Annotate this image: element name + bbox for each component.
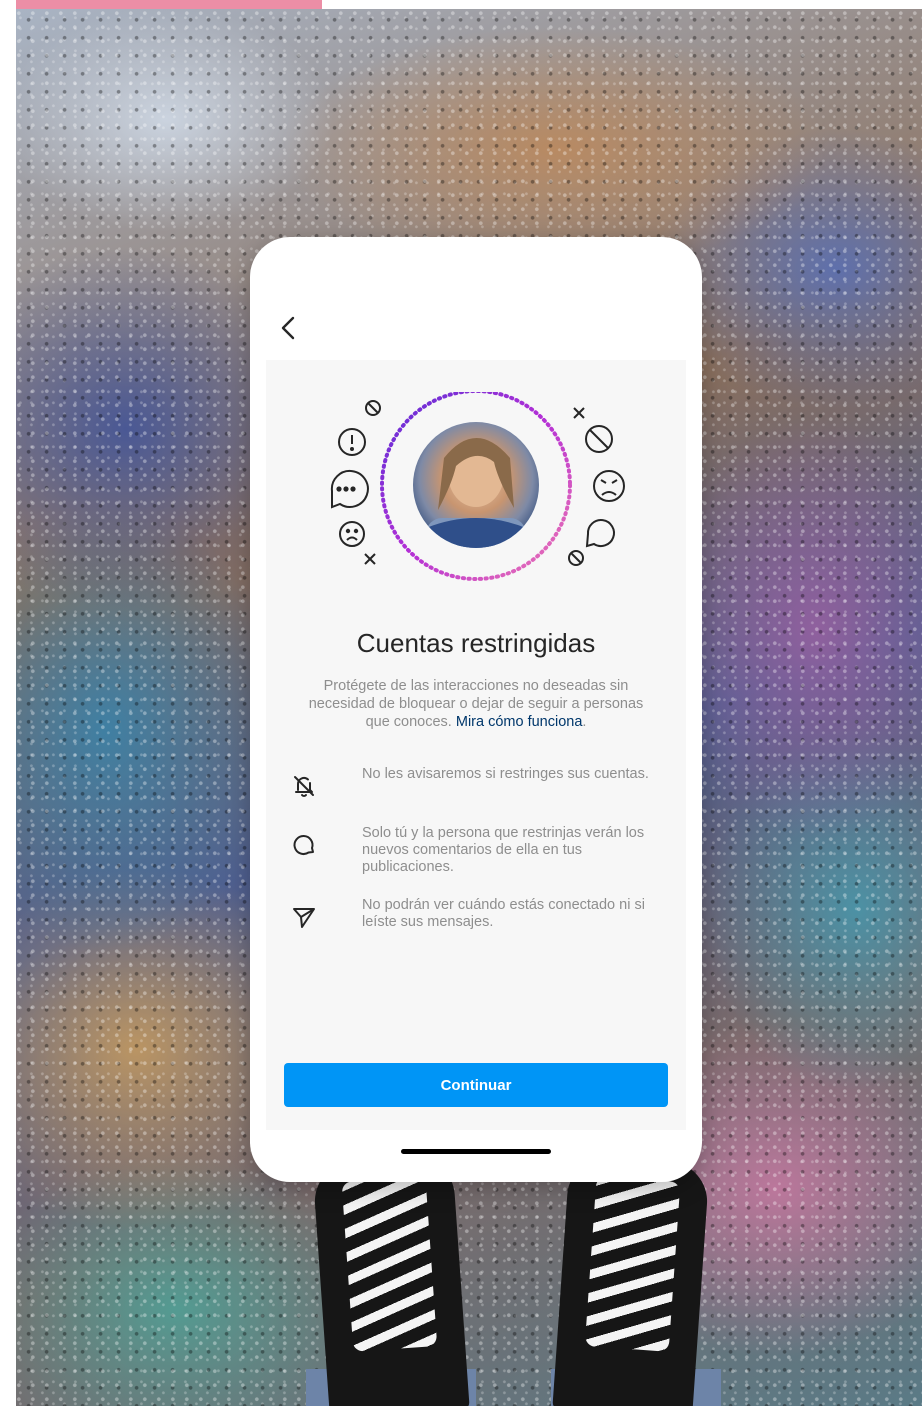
bell-slash-icon [284, 766, 324, 806]
home-indicator [401, 1149, 551, 1154]
comment-bubble-icon-illus [585, 519, 615, 548]
chevron-left-icon [281, 316, 295, 340]
close-icon-right [573, 407, 585, 419]
feature-text: No podrán ver cuándo estás conectado ni … [362, 897, 645, 930]
block-icon [365, 400, 381, 416]
pink-accent-bar [16, 0, 322, 9]
laces [584, 1176, 681, 1352]
phone-screen: Cuentas restringidas Protégete de las in… [250, 237, 702, 1182]
continue-button[interactable]: Continuar [284, 1063, 668, 1107]
comment-bubble-icon [284, 825, 324, 865]
description-end: . [582, 714, 587, 730]
sneaker-left [312, 1154, 470, 1406]
laces [341, 1176, 438, 1352]
restrict-illustration [330, 388, 625, 598]
sad-face-icon [339, 521, 365, 547]
sneaker-right [552, 1154, 710, 1406]
alert-icon [338, 428, 366, 456]
feature-item: No les avisaremos si restringes sus cuen… [284, 766, 674, 806]
block-icon-small [568, 550, 584, 566]
feature-text: No les avisaremos si restringes sus cuen… [362, 766, 649, 782]
angry-face-icon [593, 470, 625, 502]
page-title: Cuentas restringidas [356, 628, 596, 658]
comment-dots-icon [330, 469, 369, 509]
direct-send-icon [284, 897, 324, 937]
block-icon-large [585, 425, 613, 453]
ring-gap-top [386, 388, 566, 392]
ring-gap-bottom [386, 583, 566, 598]
restrict-intro-panel: Cuentas restringidas Protégete de las in… [266, 360, 686, 1130]
learn-more-link[interactable]: Mira cómo funciona [456, 714, 583, 730]
avatar [413, 422, 539, 548]
description: Protégete de las interacciones no desead… [296, 677, 656, 731]
feature-text: Solo tú y la persona que restrinjas verá… [362, 825, 645, 875]
feature-item: Solo tú y la persona que restrinjas verá… [284, 825, 674, 876]
close-icon-left [364, 553, 376, 565]
back-button[interactable] [274, 311, 302, 345]
feature-item: No podrán ver cuándo estás conectado ni … [284, 897, 674, 937]
